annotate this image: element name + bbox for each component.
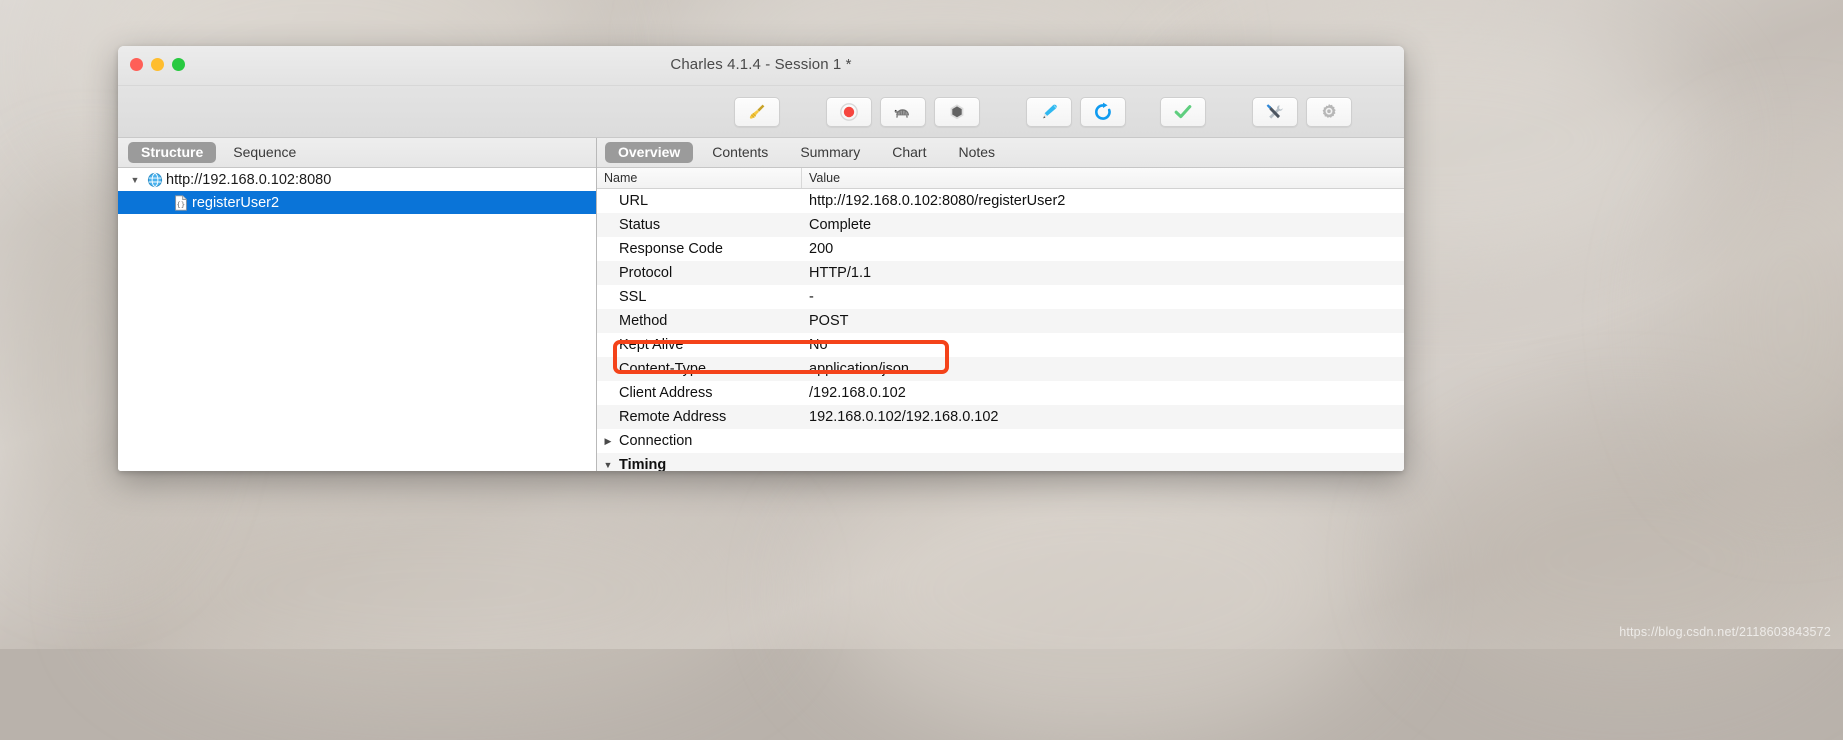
hexagon-icon bbox=[946, 101, 968, 123]
settings-button[interactable] bbox=[1306, 96, 1352, 127]
record-icon bbox=[838, 101, 860, 123]
tab-overview[interactable]: Overview bbox=[605, 142, 694, 163]
charles-application-window: Charles 4.1.4 - Session 1 * Structure Se… bbox=[118, 46, 1404, 471]
table-row-content-type[interactable]: Content-Type application/json bbox=[597, 357, 1404, 381]
session-tree-pane: Structure Sequence ▼ http://192.168.0.10 bbox=[118, 138, 597, 471]
table-row-connection[interactable]: ▶ Connection bbox=[597, 429, 1404, 453]
row-value: - bbox=[809, 289, 814, 305]
row-name: SSL bbox=[619, 289, 647, 305]
row-value: http://192.168.0.102:8080/registerUser2 bbox=[809, 193, 1066, 209]
detail-tabbar: Overview Contents Summary Chart Notes bbox=[597, 138, 1404, 168]
clear-session-button[interactable] bbox=[734, 96, 780, 127]
overview-table-header: Name Value bbox=[597, 168, 1404, 189]
row-name: Connection bbox=[619, 433, 693, 449]
globe-icon bbox=[144, 172, 166, 188]
row-name: Protocol bbox=[619, 265, 673, 281]
tab-sequence[interactable]: Sequence bbox=[220, 142, 309, 163]
checkmark-icon bbox=[1172, 101, 1194, 123]
row-name: Status bbox=[619, 217, 661, 233]
row-name: Client Address bbox=[619, 385, 713, 401]
row-name: Response Code bbox=[619, 241, 723, 257]
tree-item-label: http://192.168.0.102:8080 bbox=[166, 171, 332, 188]
turtle-icon bbox=[891, 101, 915, 123]
row-value: 200 bbox=[809, 241, 834, 257]
request-detail-pane: Overview Contents Summary Chart Notes Na… bbox=[597, 138, 1404, 471]
json-document-icon: {} bbox=[170, 194, 192, 211]
refresh-icon bbox=[1092, 101, 1114, 123]
breakpoints-button[interactable] bbox=[934, 96, 980, 127]
overview-table-body: URL http://192.168.0.102:8080/registerUs… bbox=[597, 189, 1404, 471]
main-split-view: Structure Sequence ▼ http://192.168.0.10 bbox=[118, 138, 1404, 471]
table-row[interactable]: Remote Address 192.168.0.102/192.168.0.1… bbox=[597, 405, 1404, 429]
watermark-text: https://blog.csdn.net/2118603843572 bbox=[1619, 625, 1831, 639]
disclosure-triangle-icon[interactable]: ▼ bbox=[126, 175, 144, 185]
table-row[interactable]: Status Complete bbox=[597, 213, 1404, 237]
tab-contents[interactable]: Contents bbox=[699, 142, 781, 163]
window-titlebar: Charles 4.1.4 - Session 1 * bbox=[118, 46, 1404, 86]
tree-item-label: registerUser2 bbox=[192, 194, 280, 211]
row-value: application/json bbox=[809, 361, 909, 377]
window-title: Charles 4.1.4 - Session 1 * bbox=[670, 56, 852, 73]
disclosure-triangle-icon[interactable]: ▼ bbox=[597, 460, 619, 470]
row-name: Remote Address bbox=[619, 409, 727, 425]
row-value: No bbox=[809, 337, 828, 353]
main-toolbar bbox=[118, 86, 1404, 138]
tab-summary[interactable]: Summary bbox=[787, 142, 873, 163]
row-value: Complete bbox=[809, 217, 872, 233]
tab-structure[interactable]: Structure bbox=[128, 142, 217, 163]
row-value: /192.168.0.102 bbox=[809, 385, 906, 401]
column-header-name[interactable]: Name bbox=[597, 168, 802, 188]
row-value: POST bbox=[809, 313, 849, 329]
row-name: Method bbox=[619, 313, 668, 329]
throttle-button[interactable] bbox=[880, 96, 926, 127]
compose-button[interactable] bbox=[1026, 96, 1072, 127]
tools-icon bbox=[1263, 101, 1287, 123]
table-row[interactable]: URL http://192.168.0.102:8080/registerUs… bbox=[597, 189, 1404, 213]
column-header-value[interactable]: Value bbox=[802, 168, 1404, 188]
pen-icon bbox=[1037, 101, 1061, 123]
tree-item-registeruser2[interactable]: {} registerUser2 bbox=[118, 191, 596, 214]
row-name: URL bbox=[619, 193, 649, 209]
row-value: HTTP/1.1 bbox=[809, 265, 872, 281]
table-row[interactable]: SSL - bbox=[597, 285, 1404, 309]
table-row-timing[interactable]: ▼ Timing bbox=[597, 453, 1404, 471]
disclosure-triangle-icon[interactable]: ▶ bbox=[597, 436, 619, 447]
gear-icon bbox=[1318, 101, 1340, 123]
tab-notes[interactable]: Notes bbox=[945, 142, 1008, 163]
table-row[interactable]: Client Address /192.168.0.102 bbox=[597, 381, 1404, 405]
svg-text:{}: {} bbox=[176, 200, 185, 209]
repeat-button[interactable] bbox=[1080, 96, 1126, 127]
tab-chart[interactable]: Chart bbox=[879, 142, 939, 163]
table-row[interactable]: Method POST bbox=[597, 309, 1404, 333]
broom-icon bbox=[746, 101, 768, 123]
start-stop-recording-button[interactable] bbox=[826, 96, 872, 127]
table-row[interactable]: Kept Alive No bbox=[597, 333, 1404, 357]
session-tree: ▼ http://192.168.0.102:8080 {} registerU… bbox=[118, 168, 596, 471]
validate-button[interactable] bbox=[1160, 96, 1206, 127]
tools-button[interactable] bbox=[1252, 96, 1298, 127]
row-name: Content-Type bbox=[619, 361, 707, 377]
table-row[interactable]: Response Code 200 bbox=[597, 237, 1404, 261]
row-name: Kept Alive bbox=[619, 337, 684, 353]
row-name: Timing bbox=[619, 457, 667, 471]
table-row[interactable]: Protocol HTTP/1.1 bbox=[597, 261, 1404, 285]
row-value: 192.168.0.102/192.168.0.102 bbox=[809, 409, 999, 425]
left-pane-tabbar: Structure Sequence bbox=[118, 138, 596, 168]
tree-item-host[interactable]: ▼ http://192.168.0.102:8080 bbox=[118, 168, 596, 191]
